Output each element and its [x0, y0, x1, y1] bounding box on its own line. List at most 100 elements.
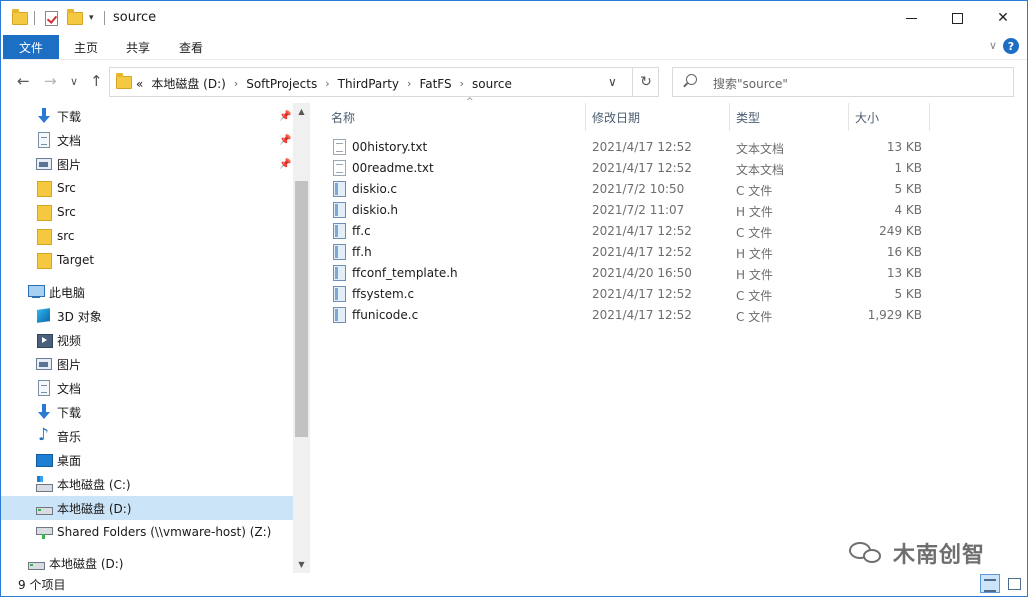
sidebar-item-drive-c[interactable]: 本地磁盘 (C:): [1, 472, 293, 496]
pin-icon[interactable]: 📌: [279, 111, 291, 122]
sidebar-item-label: 图片: [57, 357, 82, 372]
system-drive-icon: [36, 476, 53, 492]
file-modified: 2021/4/17 12:52: [592, 161, 692, 175]
breadcrumb-source[interactable]: source: [472, 77, 512, 91]
3d-objects-icon: [36, 308, 52, 324]
file-row[interactable]: ff.h 2021/4/17 12:52 H 文件 16 KB: [329, 242, 931, 263]
file-row[interactable]: diskio.h 2021/7/2 11:07 H 文件 4 KB: [329, 200, 931, 221]
status-bar: 9 个项目: [1, 573, 1027, 596]
file-row[interactable]: ffsystem.c 2021/4/17 12:52 C 文件 5 KB: [329, 284, 931, 305]
large-icons-view-icon[interactable]: [1004, 574, 1024, 593]
column-header-modified[interactable]: 修改日期: [586, 103, 730, 131]
sidebar-item-desktop[interactable]: 桌面: [1, 448, 293, 472]
drive-icon: [36, 500, 53, 516]
tab-home[interactable]: 主页: [74, 35, 98, 59]
sidebar-item-src-2[interactable]: Src: [1, 200, 293, 224]
close-button[interactable]: ✕: [980, 1, 1026, 35]
file-row[interactable]: ffconf_template.h 2021/4/20 16:50 H 文件 13 K…: [329, 263, 931, 284]
breadcrumb-thirdparty[interactable]: ThirdParty: [338, 77, 399, 91]
file-row[interactable]: 00history.txt 2021/4/17 12:52 文本文档 13 KB: [329, 137, 931, 158]
sidebar-item-pictures-pc[interactable]: 图片: [1, 352, 293, 376]
file-type: C 文件: [736, 289, 773, 303]
download-icon: [36, 404, 52, 420]
maximize-button[interactable]: [934, 1, 980, 35]
forward-button[interactable]: →: [44, 72, 57, 90]
breadcrumb-separator[interactable]: ›: [325, 77, 329, 90]
quick-access-dropdown-icon[interactable]: ▾: [89, 9, 94, 27]
file-row[interactable]: ff.c 2021/4/17 12:52 C 文件 249 KB: [329, 221, 931, 242]
file-type: C 文件: [736, 184, 773, 198]
sidebar-item-src-3[interactable]: src: [1, 224, 293, 248]
back-button[interactable]: ←: [17, 72, 30, 90]
sidebar-item-label: 图片: [57, 157, 82, 172]
minimize-icon: [905, 17, 917, 19]
file-modified: 2021/7/2 11:07: [592, 203, 685, 217]
sidebar-item-shared-folders[interactable]: Shared Folders (\\vmware-host) (Z:): [1, 520, 293, 544]
sidebar-item-label: 音乐: [57, 429, 82, 444]
sort-ascending-icon: ^: [466, 97, 474, 107]
ribbon-expand-icon[interactable]: ∨: [989, 39, 997, 52]
breadcrumb-fatfs[interactable]: FatFS: [419, 77, 451, 91]
sidebar-item-drive-d-root[interactable]: 本地磁盘 (D:): [1, 551, 293, 575]
new-folder-icon[interactable]: [67, 8, 83, 27]
drive-icon: [28, 555, 45, 571]
file-type: C 文件: [736, 310, 773, 324]
column-label: 名称: [331, 110, 356, 125]
maximize-icon: [951, 12, 963, 24]
file-name: ff.c: [352, 224, 371, 238]
refresh-button[interactable]: ↻: [632, 68, 659, 96]
breadcrumb-separator[interactable]: ›: [460, 77, 464, 90]
sidebar-item-target[interactable]: Target: [1, 248, 293, 272]
pin-icon[interactable]: 📌: [279, 135, 291, 146]
source-file-icon: [333, 265, 346, 281]
help-icon[interactable]: ?: [1003, 38, 1019, 54]
details-view-icon[interactable]: [980, 574, 1000, 593]
ribbon-tabs: 文件 主页 共享 查看 ∨ ?: [1, 35, 1027, 59]
scroll-down-icon[interactable]: ▼: [293, 556, 310, 573]
scroll-thumb[interactable]: [295, 181, 308, 437]
watermark: 木南创智: [849, 537, 985, 569]
sidebar-item-documents[interactable]: 文档 📌: [1, 128, 293, 152]
navigation-bar: ← → ∨ ↑ « 本地磁盘 (D:) › SoftProjects › Thi…: [1, 59, 1027, 103]
file-modified: 2021/4/17 12:52: [592, 245, 692, 259]
address-dropdown-icon[interactable]: ∨: [608, 75, 617, 89]
sidebar-item-this-pc[interactable]: 此电脑: [1, 280, 293, 304]
sidebar-item-downloads-pc[interactable]: 下载: [1, 400, 293, 424]
breadcrumb-separator[interactable]: ›: [234, 77, 238, 90]
scroll-up-icon[interactable]: ▲: [293, 103, 310, 120]
breadcrumb-separator[interactable]: ›: [407, 77, 411, 90]
sidebar-item-pictures[interactable]: 图片 📌: [1, 152, 293, 176]
sidebar-item-label: 下载: [57, 109, 82, 124]
file-row[interactable]: 00readme.txt 2021/4/17 12:52 文本文档 1 KB: [329, 158, 931, 179]
sidebar-item-videos[interactable]: 视频: [1, 328, 293, 352]
recent-locations-button[interactable]: ∨: [70, 75, 78, 88]
sidebar-item-src-1[interactable]: Src: [1, 176, 293, 200]
pin-icon[interactable]: 📌: [279, 159, 291, 170]
column-header-type[interactable]: 类型: [730, 103, 849, 131]
sidebar-item-label: 本地磁盘 (D:): [57, 501, 132, 516]
file-row[interactable]: ffunicode.c 2021/4/17 12:52 C 文件 1,929 KB: [329, 305, 931, 326]
sidebar-item-downloads[interactable]: 下载 📌: [1, 104, 293, 128]
properties-check-icon[interactable]: [45, 9, 58, 27]
breadcrumb-drive-d[interactable]: 本地磁盘 (D:): [151, 75, 225, 92]
folder-icon: [36, 204, 52, 221]
navigation-scrollbar[interactable]: ▲ ▼: [293, 103, 310, 573]
sidebar-item-documents-pc[interactable]: 文档: [1, 376, 293, 400]
tab-share[interactable]: 共享: [126, 35, 150, 59]
sidebar-item-3d-objects[interactable]: 3D 对象: [1, 304, 293, 328]
source-file-icon: [333, 286, 346, 302]
address-bar[interactable]: « 本地磁盘 (D:) › SoftProjects › ThirdParty …: [109, 67, 659, 97]
sidebar-item-drive-d[interactable]: 本地磁盘 (D:): [1, 496, 293, 520]
sidebar-item-music[interactable]: 音乐: [1, 424, 293, 448]
tab-view[interactable]: 查看: [179, 35, 203, 59]
search-input[interactable]: 搜索"source": [672, 67, 1014, 97]
column-header-size[interactable]: 大小: [849, 103, 930, 131]
file-list: 名称 ^ 修改日期 类型 大小 00history.txt 2021/4/17 1…: [311, 97, 1027, 573]
file-row[interactable]: diskio.c 2021/7/2 10:50 C 文件 5 KB: [329, 179, 931, 200]
up-button[interactable]: ↑: [90, 72, 103, 90]
minimize-button[interactable]: [888, 1, 934, 35]
breadcrumb-overflow[interactable]: «: [136, 77, 143, 91]
column-header-name[interactable]: 名称 ^: [325, 97, 586, 131]
tab-file[interactable]: 文件: [3, 35, 59, 59]
breadcrumb-softprojects[interactable]: SoftProjects: [246, 77, 317, 91]
